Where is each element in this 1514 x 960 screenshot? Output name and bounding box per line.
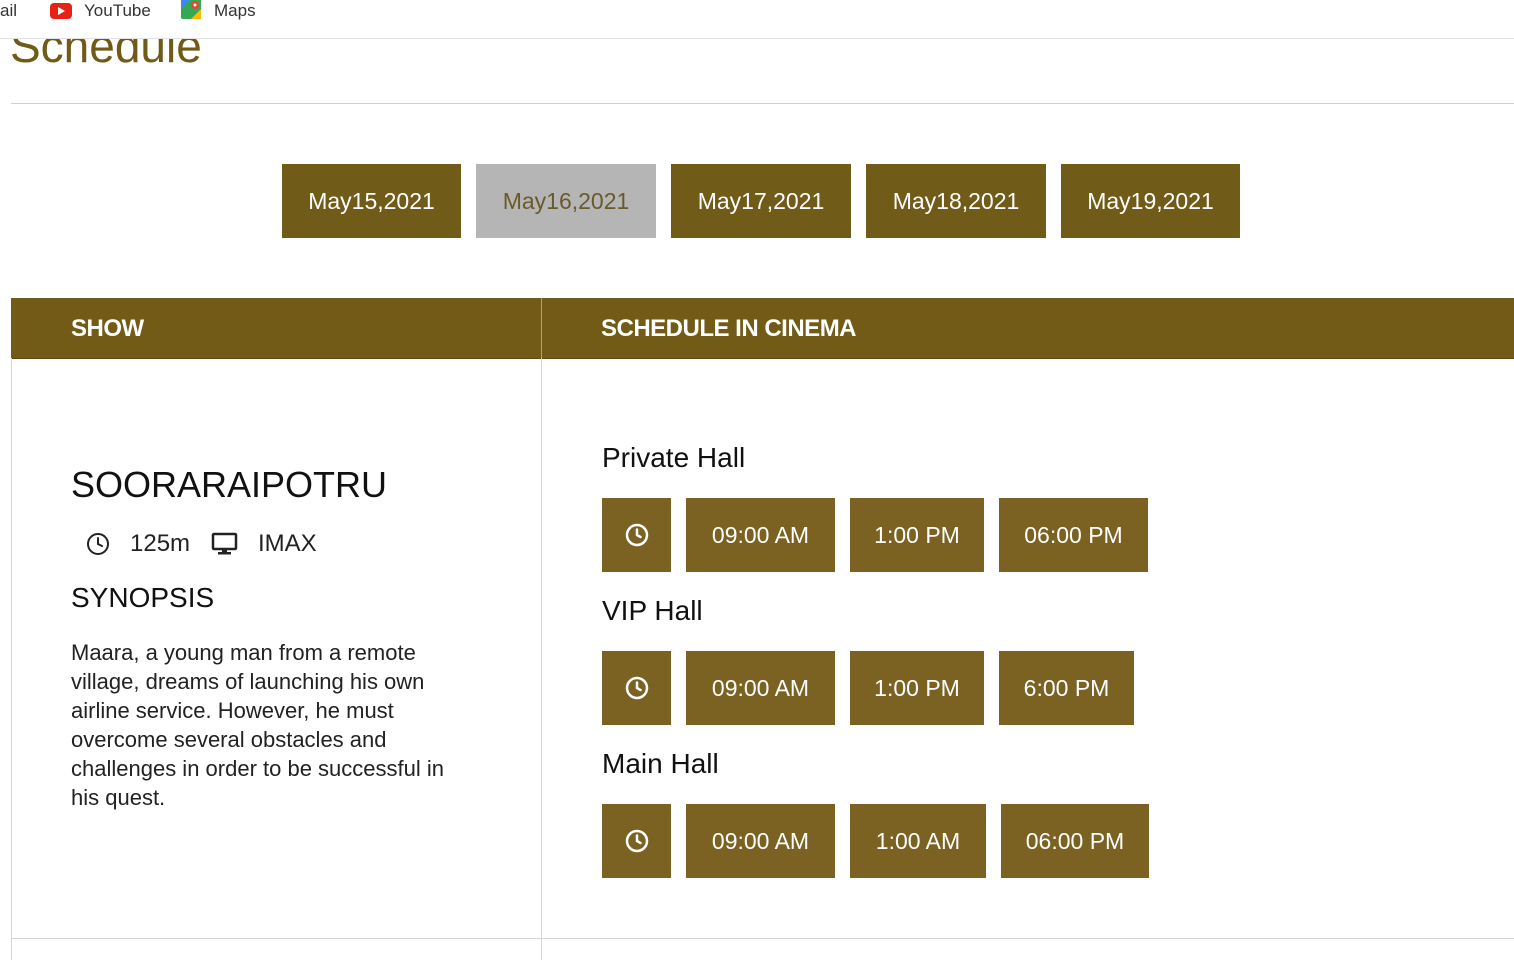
showtime-button[interactable]: 6:00 PM xyxy=(999,651,1134,725)
showtime-button[interactable]: 1:00 AM xyxy=(850,804,986,878)
header-schedule: SCHEDULE IN CINEMA xyxy=(601,315,857,342)
date-tab-active[interactable]: May16,2021 xyxy=(476,164,656,238)
table-row-divider xyxy=(11,938,1514,939)
showtime-button[interactable]: 1:00 PM xyxy=(850,498,984,572)
monitor-icon xyxy=(211,532,238,556)
showtime-button[interactable]: 09:00 AM xyxy=(686,651,835,725)
bookmark-youtube[interactable]: YouTube xyxy=(50,0,151,22)
showtime-button[interactable]: 1:00 PM xyxy=(850,651,984,725)
header-show: SHOW xyxy=(71,315,144,342)
date-tab[interactable]: May19,2021 xyxy=(1061,164,1240,238)
bookmark-label: ail xyxy=(0,1,18,20)
format-meta: IMAX xyxy=(211,530,317,558)
clock-button[interactable] xyxy=(602,804,671,878)
header-divider xyxy=(541,298,542,358)
clock-button[interactable] xyxy=(602,651,671,725)
hall-name: Private Hall xyxy=(602,442,746,473)
hall-name: VIP Hall xyxy=(602,595,703,626)
title-divider xyxy=(11,103,1514,104)
showtime-button[interactable]: 09:00 AM xyxy=(686,498,835,572)
clock-icon xyxy=(625,829,649,853)
clock-button[interactable] xyxy=(602,498,671,572)
format: IMAX xyxy=(258,530,317,557)
bookmark-maps[interactable]: Maps xyxy=(180,0,256,22)
synopsis-text: Maara, a young man from a remote village… xyxy=(71,640,444,810)
showtime-button[interactable]: 09:00 AM xyxy=(686,804,835,878)
showtime-button[interactable]: 06:00 PM xyxy=(999,498,1148,572)
youtube-icon xyxy=(50,3,72,19)
bookmarks-bar: ail YouTube Maps xyxy=(0,0,1514,39)
clock-icon xyxy=(86,532,110,556)
movie-title: SOORARAIPOTRU xyxy=(71,464,388,505)
date-tab[interactable]: May15,2021 xyxy=(282,164,461,238)
bookmark-gmail[interactable]: ail xyxy=(0,0,17,22)
date-tab[interactable]: May18,2021 xyxy=(866,164,1046,238)
schedule-table-header: SHOW SCHEDULE IN CINEMA xyxy=(11,298,1514,359)
bookmark-label: YouTube xyxy=(84,1,151,20)
showtime-button[interactable]: 06:00 PM xyxy=(1001,804,1149,878)
synopsis-heading: SYNOPSIS xyxy=(71,582,215,613)
duration-meta: 125m xyxy=(86,530,190,558)
table-column-divider xyxy=(541,358,542,960)
date-tab[interactable]: May17,2021 xyxy=(671,164,851,238)
hall-name: Main Hall xyxy=(602,748,719,779)
duration: 125m xyxy=(130,530,191,557)
clock-icon xyxy=(625,676,649,700)
clock-icon xyxy=(625,523,649,547)
maps-icon xyxy=(180,0,202,25)
table-border xyxy=(11,358,12,960)
bookmark-label: Maps xyxy=(214,1,256,20)
